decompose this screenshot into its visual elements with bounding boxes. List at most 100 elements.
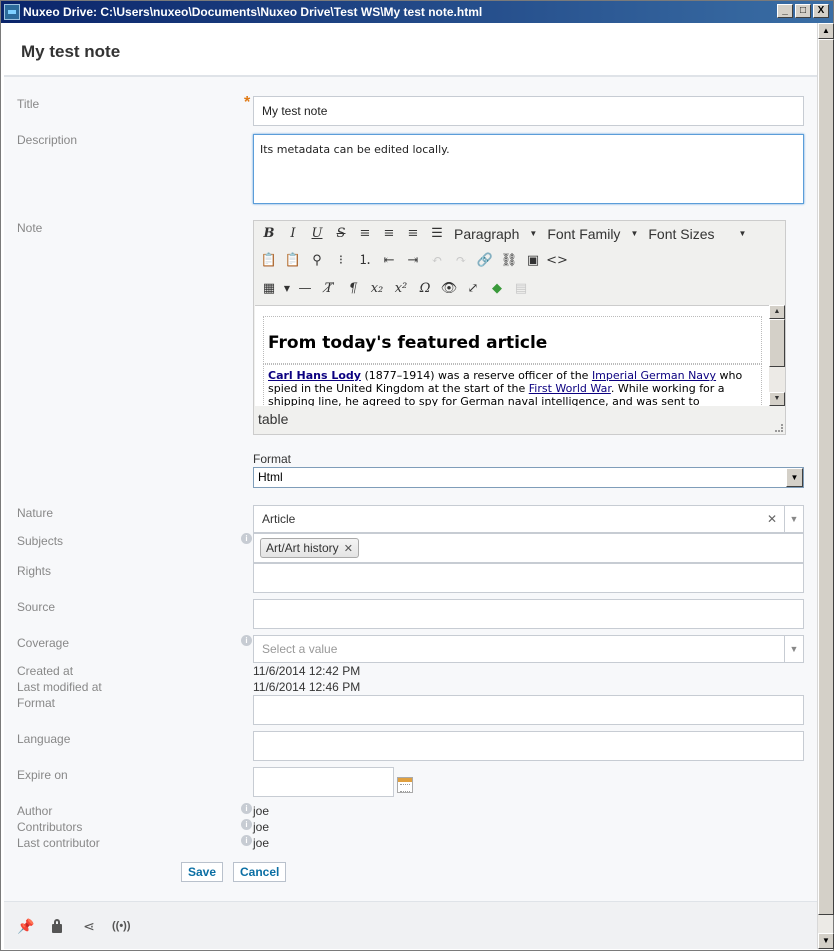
unlink-icon[interactable]: ⛓ xyxy=(498,250,520,272)
insert-field-icon[interactable]: ▤ xyxy=(510,278,532,300)
last-contributor-label: Last contributor xyxy=(17,836,100,850)
info-icon[interactable]: i xyxy=(241,835,252,846)
editor-paragraph: Carl Hans Lody (1877–1914) was a reserve… xyxy=(263,364,762,406)
chevron-down-icon: ▼ xyxy=(630,229,639,238)
remove-tag-icon[interactable]: ✕ xyxy=(344,543,353,555)
clear-icon[interactable]: ✕ xyxy=(767,512,777,526)
subscript-icon[interactable]: x₂ xyxy=(366,278,388,300)
scroll-up-icon[interactable]: ▲ xyxy=(769,305,785,319)
info-icon[interactable]: i xyxy=(241,533,252,544)
underline-icon[interactable]: U xyxy=(306,223,328,245)
subjects-input[interactable]: Art/Art history ✕ xyxy=(253,533,804,563)
source-input[interactable] xyxy=(253,599,804,629)
html-source-icon[interactable]: <> xyxy=(546,250,568,272)
window-scrollbar[interactable]: ▲ ▼ xyxy=(817,23,834,949)
broadcast-icon[interactable]: ((•)) xyxy=(112,918,131,934)
coverage-select[interactable]: Select a value ▼ xyxy=(253,635,804,663)
contributors-label: Contributors xyxy=(17,820,83,834)
bold-icon[interactable]: B xyxy=(258,223,280,245)
contributors-value: joe xyxy=(253,820,270,834)
author-label: Author xyxy=(17,804,53,818)
pin-icon[interactable]: 📌 xyxy=(17,918,34,934)
scroll-down-icon[interactable]: ▼ xyxy=(769,392,785,406)
format2-input[interactable] xyxy=(253,695,804,725)
created-value: 11/6/2014 12:42 PM xyxy=(253,664,361,678)
info-icon[interactable]: i xyxy=(241,635,252,646)
title-input[interactable]: My test note xyxy=(253,96,804,126)
insert-media-icon[interactable]: ◆ xyxy=(486,278,508,300)
link-first-world-war[interactable]: First World War xyxy=(529,382,611,395)
align-justify-icon[interactable]: ☰ xyxy=(426,223,448,245)
font-family-select[interactable]: Font Family ▼ xyxy=(543,223,642,245)
paste-text-icon[interactable]: 📋 xyxy=(258,250,280,272)
rights-input[interactable] xyxy=(253,563,804,593)
editor-toolbar-row-2: 📋 📋 ⚲ ⁝ ⒈ ⇤ ⇥ ↶ ↷ 🔗 ⛓ ▣ <> xyxy=(258,249,568,273)
pilcrow-icon[interactable]: ¶ xyxy=(342,278,364,300)
undo-icon[interactable]: ↶ xyxy=(426,250,448,272)
paste-word-icon[interactable]: 📋 xyxy=(282,250,304,272)
preview-icon[interactable]: 👁 xyxy=(438,278,460,300)
chevron-down-icon[interactable]: ▼ xyxy=(784,636,803,662)
editor-content-area[interactable]: From today's featured article Carl Hans … xyxy=(255,305,770,406)
window-scroll-thumb[interactable] xyxy=(818,39,834,915)
link-imperial-german-navy[interactable]: Imperial German Navy xyxy=(592,369,716,382)
info-icon[interactable]: i xyxy=(241,803,252,814)
search-replace-icon[interactable]: ⚲ xyxy=(306,250,328,272)
align-center-icon[interactable]: ≡ xyxy=(378,223,400,245)
bullet-list-icon[interactable]: ⁝ xyxy=(330,250,352,272)
editor-scrollbar[interactable]: ▲ ▼ xyxy=(769,305,785,406)
cancel-button[interactable]: Cancel xyxy=(233,862,287,882)
format-label: Format xyxy=(253,452,292,466)
link-carl-hans-lody[interactable]: Carl Hans Lody xyxy=(268,369,361,382)
font-sizes-select[interactable]: Font Sizes ▼ xyxy=(644,223,750,245)
table-icon[interactable]: ▦ xyxy=(258,278,280,300)
close-button[interactable]: X xyxy=(813,4,829,18)
calendar-icon[interactable] xyxy=(397,777,413,793)
document-edit-panel: My test note Title * My test note Descri… xyxy=(4,23,817,949)
redo-icon[interactable]: ↷ xyxy=(450,250,472,272)
format-select[interactable]: Html ▼ xyxy=(253,467,804,488)
footer-toolbar: 📌 ⋖ ((•)) xyxy=(4,901,817,949)
chevron-down-icon[interactable]: ▼ xyxy=(786,468,803,487)
expire-date-input[interactable] xyxy=(253,767,394,797)
chevron-down-icon[interactable]: ▼ xyxy=(282,278,292,300)
numbered-list-icon[interactable]: ⒈ xyxy=(354,250,376,272)
superscript-icon[interactable]: x² xyxy=(390,278,412,300)
image-icon[interactable]: ▣ xyxy=(522,250,544,272)
fullscreen-icon[interactable]: ⤢ xyxy=(462,278,484,300)
subject-tag-label: Art/Art history xyxy=(266,541,339,555)
nature-label: Nature xyxy=(17,506,54,520)
created-label: Created at xyxy=(17,664,74,678)
font-family-select-label: Font Family xyxy=(547,226,621,242)
italic-icon[interactable]: I xyxy=(282,223,304,245)
paragraph-select[interactable]: Paragraph ▼ xyxy=(450,223,541,245)
scroll-up-icon[interactable]: ▲ xyxy=(818,23,834,39)
lock-icon[interactable] xyxy=(49,918,65,934)
editor-scroll-thumb[interactable] xyxy=(769,319,785,367)
horizontal-rule-icon[interactable]: — xyxy=(294,278,316,300)
maximize-button[interactable]: □ xyxy=(795,4,811,18)
remove-format-icon[interactable]: T̸ xyxy=(318,278,340,300)
outdent-icon[interactable]: ⇤ xyxy=(378,250,400,272)
minimize-button[interactable]: _ xyxy=(777,4,793,18)
share-icon[interactable]: ⋖ xyxy=(81,918,97,934)
description-textarea[interactable]: Its metadata can be edited locally. xyxy=(253,134,804,204)
scroll-down-icon[interactable]: ▼ xyxy=(818,933,834,949)
info-icon[interactable]: i xyxy=(241,819,252,830)
save-button[interactable]: Save xyxy=(181,862,224,882)
editor-text-1: (1877–1914) was a reserve officer of the xyxy=(360,369,592,382)
chevron-down-icon[interactable]: ▼ xyxy=(784,506,803,532)
nature-select[interactable]: Article ✕ ▼ xyxy=(253,505,804,533)
chevron-down-icon: ▼ xyxy=(529,229,538,238)
strikethrough-icon[interactable]: S xyxy=(330,223,352,245)
indent-icon[interactable]: ⇥ xyxy=(402,250,424,272)
window-titlebar[interactable]: Nuxeo Drive: C:\Users\nuxeo\Documents\Nu… xyxy=(1,1,833,23)
resize-handle-icon[interactable] xyxy=(775,424,783,432)
description-label: Description xyxy=(17,133,78,147)
author-value: joe xyxy=(253,804,270,818)
align-left-icon[interactable]: ≡ xyxy=(354,223,376,245)
link-icon[interactable]: 🔗 xyxy=(474,250,496,272)
language-input[interactable] xyxy=(253,731,804,761)
align-right-icon[interactable]: ≡ xyxy=(402,223,424,245)
special-char-icon[interactable]: Ω xyxy=(414,278,436,300)
